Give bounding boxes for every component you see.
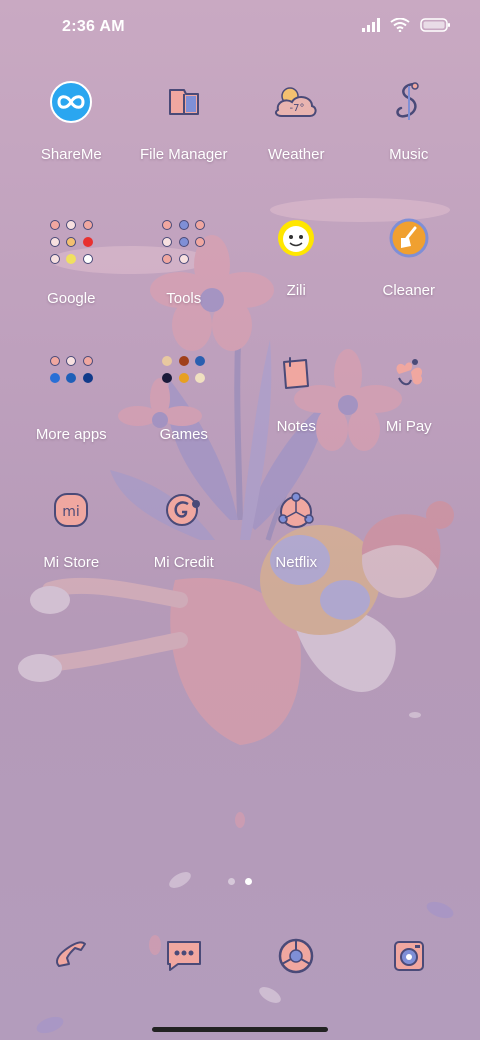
signal-icon (362, 18, 380, 32)
folder-icon (43, 350, 99, 406)
home-indicator[interactable] (152, 1027, 328, 1032)
app-weather[interactable]: -7° Weather (240, 78, 353, 214)
status-time: 2:36 AM (62, 18, 125, 35)
zili-icon (272, 214, 320, 262)
app-label: More apps (35, 426, 107, 443)
app-tools-folder[interactable]: Tools (128, 214, 241, 350)
mi-store-logo-text: mi (62, 504, 80, 520)
netflix-icon (272, 486, 320, 534)
camera-icon (385, 932, 433, 980)
file-manager-icon (160, 78, 208, 126)
page-dot-active[interactable] (245, 878, 252, 885)
app-row: mi Mi Store Mi Credit Netflix (15, 486, 465, 622)
app-row: ShareMe File Manager -7° Weather Music (15, 78, 465, 214)
app-label: ShareMe (40, 146, 102, 163)
notes-icon (272, 350, 320, 398)
dock-camera[interactable] (353, 932, 466, 982)
app-zili[interactable]: Zili (240, 214, 353, 350)
app-mi-pay[interactable]: Mi Pay (353, 350, 466, 486)
app-label: File Manager (139, 146, 228, 163)
app-label: Weather (268, 146, 325, 163)
app-label: Cleaner (382, 282, 436, 299)
app-label: Netflix (275, 554, 318, 571)
shareme-icon (47, 78, 95, 126)
app-games-folder[interactable]: Games (128, 350, 241, 486)
app-mi-store[interactable]: mi Mi Store (15, 486, 128, 622)
folder-icon (156, 350, 212, 406)
mi-credit-icon (160, 486, 208, 534)
mi-store-icon: mi (47, 486, 95, 534)
weather-icon: -7° (272, 78, 320, 126)
status-icons (362, 18, 450, 32)
app-music[interactable]: Music (353, 78, 466, 214)
mi-pay-icon (385, 350, 433, 398)
weather-temp: -7° (290, 103, 305, 114)
app-label: Mi Store (43, 554, 100, 571)
app-label: Music (389, 146, 429, 163)
app-file-manager[interactable]: File Manager (128, 78, 241, 214)
page-indicator (0, 878, 480, 885)
app-mi-credit[interactable]: Mi Credit (128, 486, 241, 622)
app-netflix[interactable]: Netflix (240, 486, 353, 622)
app-more-apps-folder[interactable]: More apps (15, 350, 128, 486)
app-google-folder[interactable]: Google (15, 214, 128, 350)
battery-icon (420, 18, 450, 32)
app-label: Google (47, 290, 96, 307)
page-dot[interactable] (228, 878, 235, 885)
wifi-icon (390, 18, 410, 32)
music-icon (385, 78, 433, 126)
folder-icon (156, 214, 212, 270)
cleaner-icon (385, 214, 433, 262)
dock-messaging[interactable] (128, 932, 241, 982)
dock (15, 932, 465, 982)
dock-browser[interactable] (240, 932, 353, 982)
app-grid: ShareMe File Manager -7° Weather Music G… (15, 78, 465, 622)
app-label: Mi Pay (385, 418, 432, 435)
browser-icon (272, 932, 320, 980)
phone-icon (47, 932, 95, 980)
messaging-icon (160, 932, 208, 980)
app-label: Tools (166, 290, 202, 307)
app-row: Google Tools Zili Cleaner (15, 214, 465, 350)
app-row: More apps Games Notes Mi Pay (15, 350, 465, 486)
app-label: Games (159, 426, 208, 443)
app-shareme[interactable]: ShareMe (15, 78, 128, 214)
app-label: Mi Credit (153, 554, 214, 571)
folder-icon (43, 214, 99, 270)
dock-phone[interactable] (15, 932, 128, 982)
app-notes[interactable]: Notes (240, 350, 353, 486)
app-label: Zili (286, 282, 306, 299)
status-bar: 2:36 AM (0, 0, 480, 56)
app-cleaner[interactable]: Cleaner (353, 214, 466, 350)
app-label: Notes (276, 418, 316, 435)
